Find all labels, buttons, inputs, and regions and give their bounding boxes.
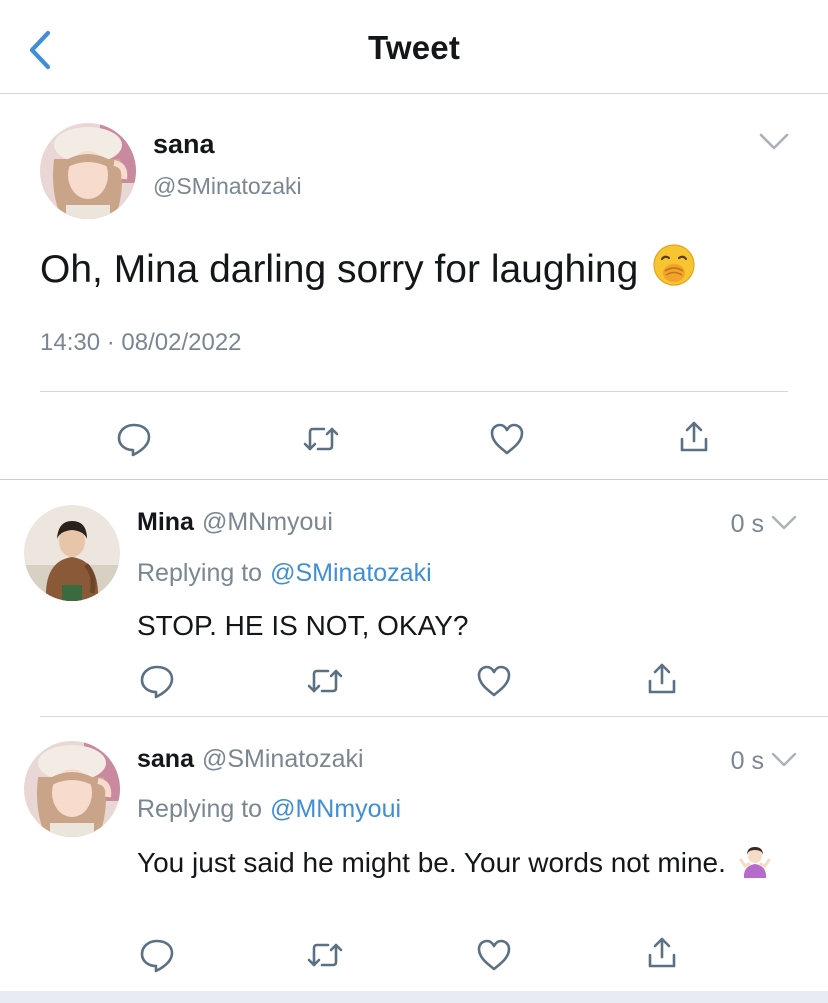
chevron-down-icon bbox=[759, 133, 789, 150]
like-icon bbox=[490, 423, 524, 455]
retweet-button[interactable] bbox=[305, 661, 345, 701]
avatar-image bbox=[40, 123, 136, 219]
replying-to: Replying to @SMinatozaki bbox=[137, 559, 432, 588]
retweet-icon bbox=[307, 943, 343, 967]
reply-tweet[interactable]: Mina @MNmyoui 0 s Replying to @SMinatozaki… bbox=[0, 481, 828, 717]
tweet-date: 08/02/2022 bbox=[121, 329, 242, 356]
replying-to: Replying to @MNmyoui bbox=[137, 795, 401, 824]
retweet-icon bbox=[307, 669, 343, 693]
reply-button[interactable] bbox=[137, 935, 177, 975]
retweet-button[interactable] bbox=[305, 935, 345, 975]
reply-time: 0 s bbox=[730, 510, 764, 538]
chevron-down-icon bbox=[771, 752, 797, 767]
retweet-icon bbox=[303, 427, 339, 451]
author-name[interactable]: Mina bbox=[137, 508, 194, 536]
like-button[interactable] bbox=[474, 935, 514, 975]
share-button[interactable] bbox=[642, 933, 682, 973]
tweet-menu-button[interactable] bbox=[770, 514, 798, 532]
reply-header: Mina @MNmyoui bbox=[137, 508, 333, 537]
tweet-detail-screen: Tweet sana @SMinatozaki Oh, Mina darling… bbox=[0, 0, 828, 1003]
tweet-text-content: You just said he might be. Your words no… bbox=[137, 847, 726, 878]
tweet-text: You just said he might be. Your words no… bbox=[137, 843, 777, 888]
author-handle[interactable]: @SMinatozaki bbox=[153, 173, 302, 200]
mention-link[interactable]: @SMinatozaki bbox=[270, 559, 432, 587]
author-name[interactable]: sana bbox=[153, 129, 215, 160]
reply-icon bbox=[140, 665, 174, 699]
share-icon bbox=[680, 421, 708, 452]
share-icon bbox=[648, 663, 676, 694]
tweet-text-content: Oh, Mina darling sorry for laughing bbox=[40, 248, 639, 291]
tweet-time: 14:30 bbox=[40, 329, 101, 356]
tweet-text: Oh, Mina darling sorry for laughing bbox=[40, 243, 696, 297]
retweet-button[interactable] bbox=[301, 419, 341, 459]
author-handle[interactable]: @SMinatozaki bbox=[202, 745, 364, 773]
mention-link[interactable]: @MNmyoui bbox=[270, 795, 401, 823]
bottom-strip bbox=[0, 991, 828, 1003]
tweet-menu-button[interactable] bbox=[770, 751, 798, 769]
reply-icon bbox=[117, 423, 151, 457]
nav-header: Tweet bbox=[0, 0, 828, 94]
reply-button[interactable] bbox=[114, 419, 154, 459]
avatar[interactable] bbox=[40, 123, 136, 219]
avatar-image bbox=[24, 505, 120, 601]
like-button[interactable] bbox=[487, 419, 527, 459]
chevron-down-icon bbox=[771, 515, 797, 530]
reply-tweet[interactable]: sana @SMinatozaki 0 s Replying to @MNmyoui… bbox=[0, 717, 828, 991]
replying-prefix: Replying to bbox=[137, 559, 263, 587]
tweet-menu-button[interactable] bbox=[758, 132, 790, 152]
avatar-image bbox=[24, 741, 120, 837]
page-title: Tweet bbox=[367, 29, 461, 66]
reply-icon bbox=[140, 939, 174, 973]
avatar[interactable] bbox=[24, 505, 120, 601]
share-button[interactable] bbox=[642, 659, 682, 699]
reply-button[interactable] bbox=[137, 661, 177, 701]
tweet-text: STOP. HE IS NOT, OKAY? bbox=[137, 610, 469, 641]
avatar[interactable] bbox=[24, 741, 120, 837]
person-shrugging-emoji bbox=[738, 844, 772, 888]
share-icon bbox=[648, 937, 676, 968]
reply-time: 0 s bbox=[730, 747, 764, 775]
reply-header: sana @SMinatozaki bbox=[137, 745, 364, 774]
like-button[interactable] bbox=[474, 661, 514, 701]
author-name[interactable]: sana bbox=[137, 745, 194, 773]
divider bbox=[40, 391, 788, 392]
author-handle[interactable]: @MNmyoui bbox=[202, 508, 333, 536]
share-button[interactable] bbox=[674, 417, 714, 457]
replying-prefix: Replying to bbox=[137, 795, 263, 823]
like-icon bbox=[477, 939, 511, 971]
meta-separator: · bbox=[106, 329, 115, 356]
main-tweet: sana @SMinatozaki Oh, Mina darling sorry… bbox=[0, 95, 828, 480]
tweet-timestamp: 14:30 · 08/02/2022 bbox=[40, 329, 242, 357]
hand-over-mouth-emoji bbox=[652, 243, 696, 297]
like-icon bbox=[477, 665, 511, 697]
